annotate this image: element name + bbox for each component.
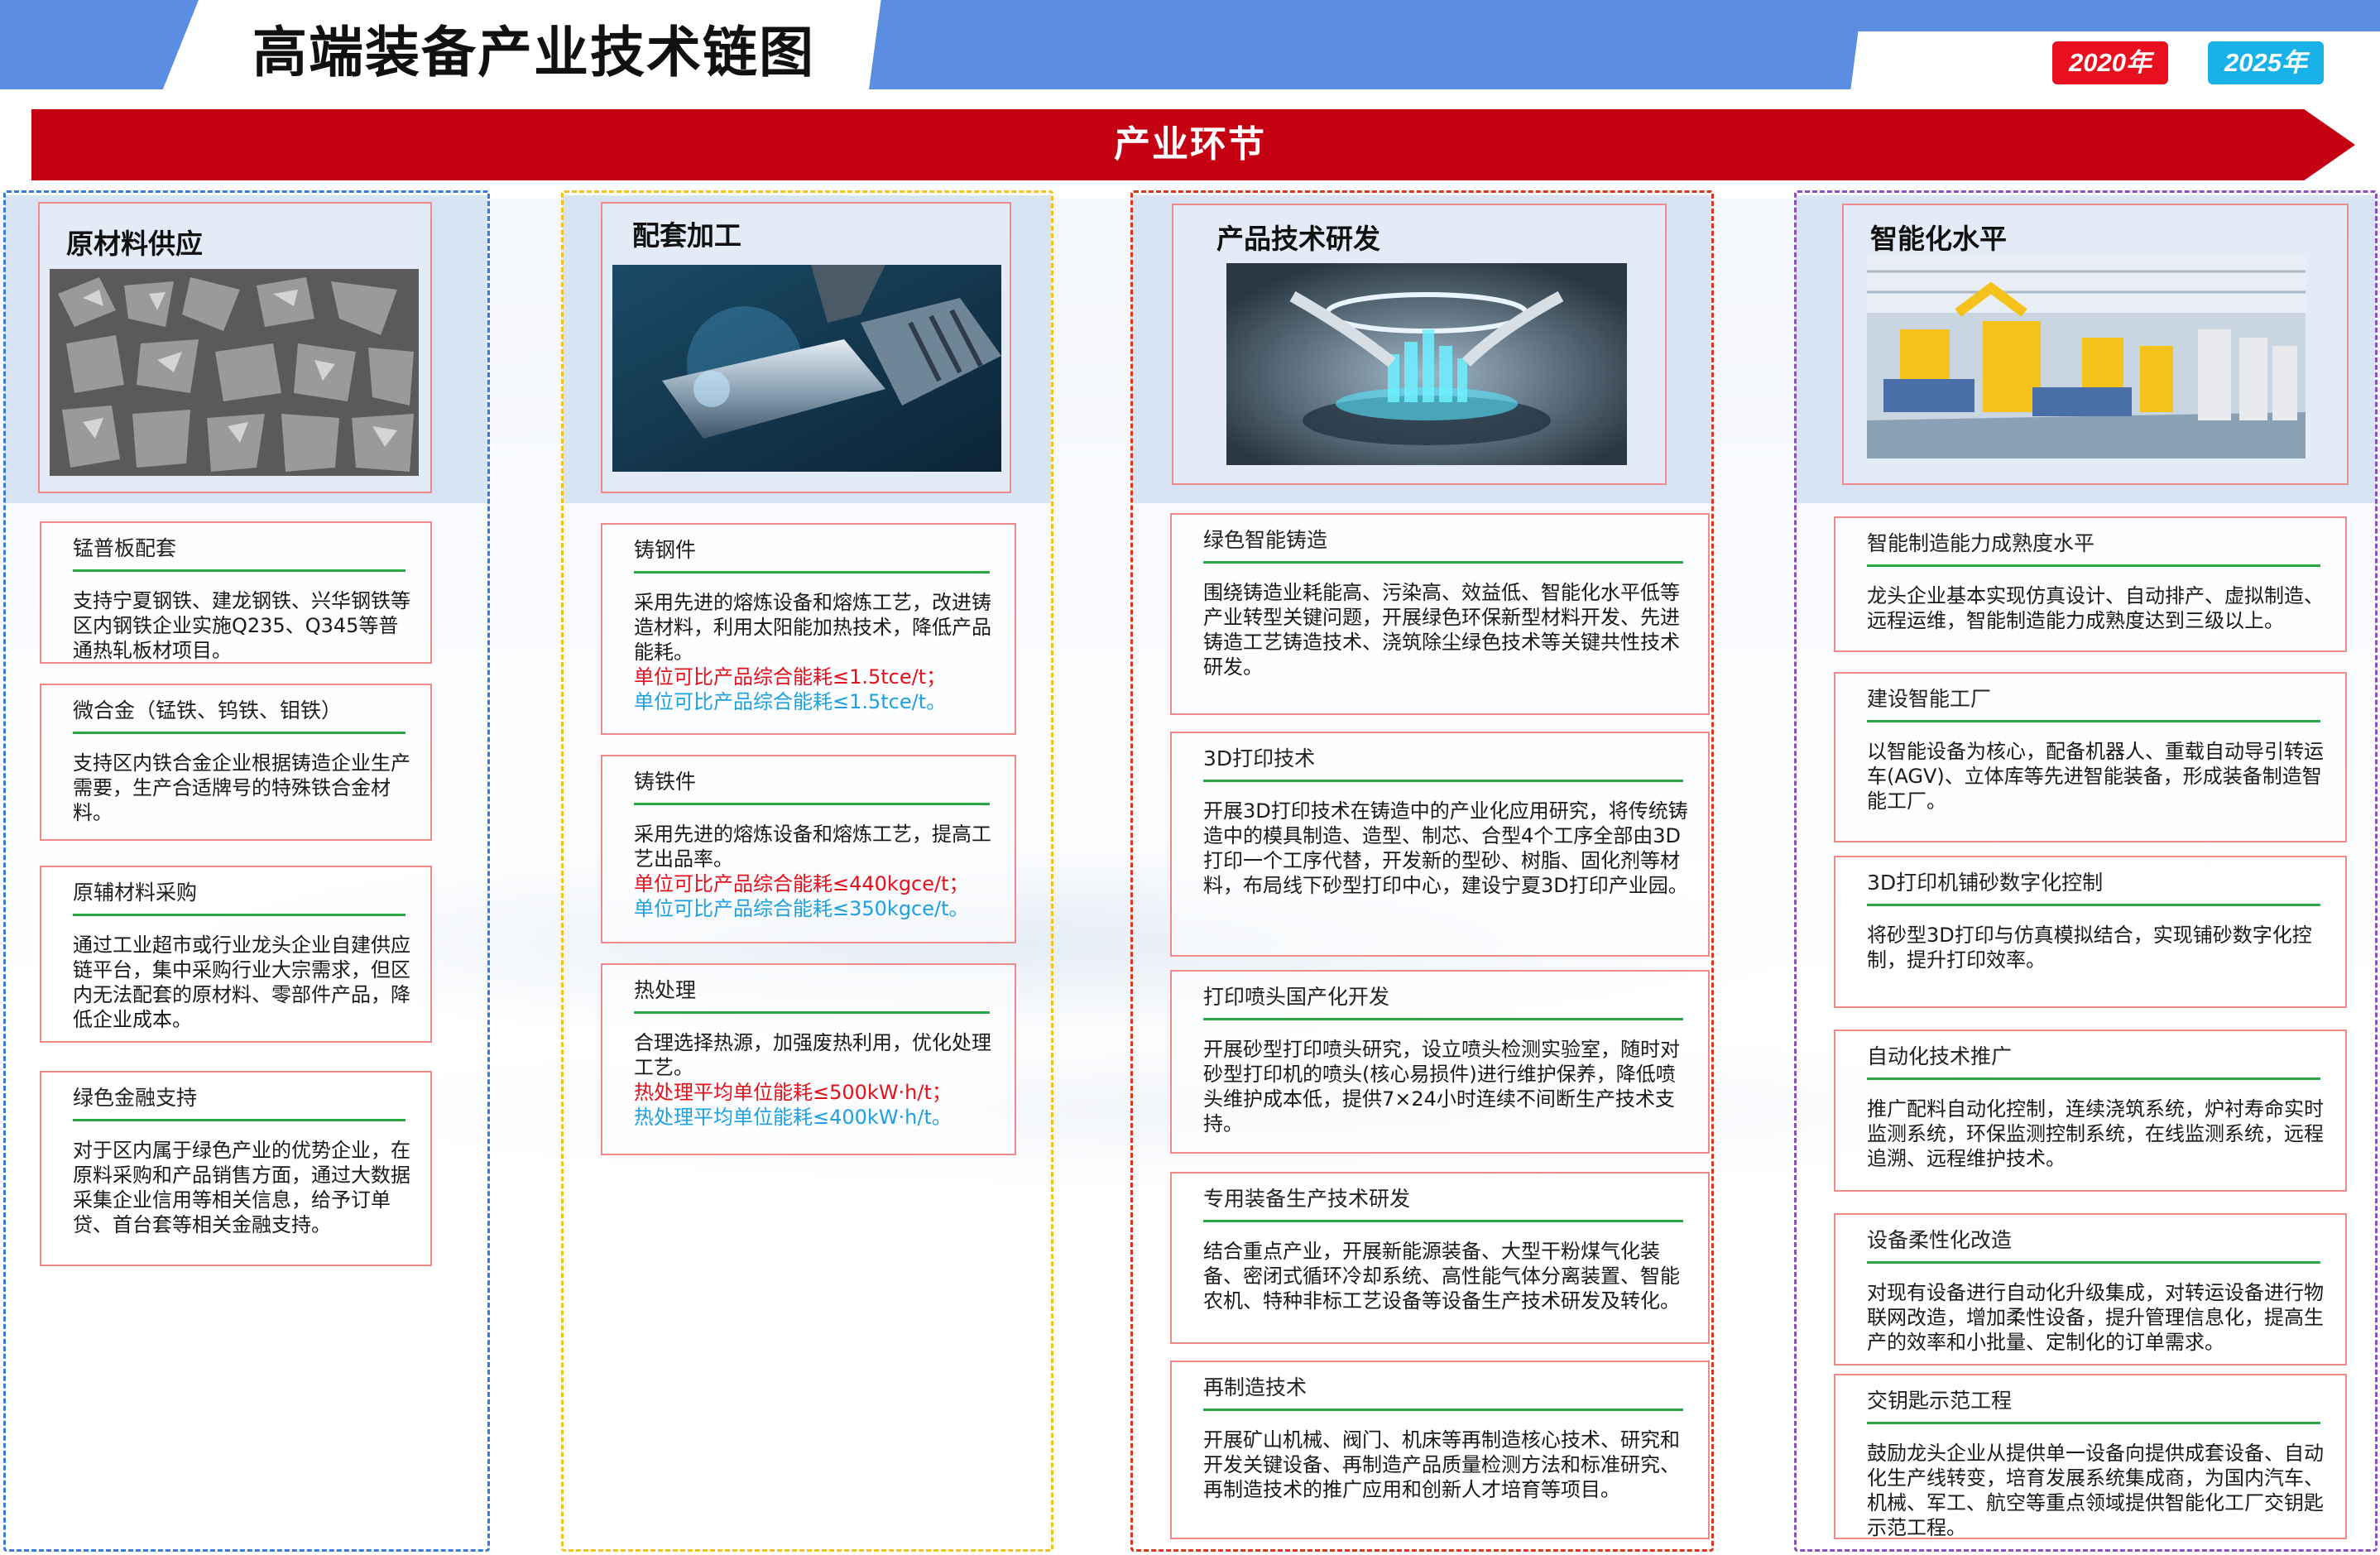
robot-factory-photo xyxy=(1867,255,2306,458)
card-title: 交钥匙示范工程 xyxy=(1867,1389,2013,1413)
card-divider xyxy=(73,569,405,572)
card-body: 围绕铸造业耗能高、污染高、效益低、智能化水平低等产业转型关键问题，开展绿色环保新… xyxy=(1203,581,1680,679)
card-divider xyxy=(1867,720,2320,722)
card-procurement: 原辅材料采购 通过工业超市或行业龙头企业自建供应链平台，集中采购行业大宗需求，但… xyxy=(40,866,432,1043)
card-green-finance: 绿色金融支持 对于区内属于绿色产业的优势企业，在原料采购和产品销售方面，通过大数… xyxy=(40,1071,432,1266)
card-body: 对现有设备进行自动化升级集成，对转运设备进行物联网改造，增加柔性设备，提升管理信… xyxy=(1867,1281,2324,1354)
card-body: 采用先进的熔炼设备和熔炼工艺，改进铸造材料，利用太阳能加热技术，降低产品能耗。 … xyxy=(634,590,998,714)
card-title: 设备柔性化改造 xyxy=(1867,1228,2013,1252)
card-title: 铸钢件 xyxy=(634,538,697,562)
card-body: 支持区内铁合金企业根据铸造企业生产需要，生产合适牌号的特殊铁合金材料。 xyxy=(73,751,410,824)
card-body: 推广配料自动化控制，连续浇筑系统，炉衬寿命实时监测系统，环保监测控制系统，在线监… xyxy=(1867,1097,2324,1170)
card-body: 合理选择热源，加强废热利用，优化处理工艺。 热处理平均单位能耗≤500kW·h/… xyxy=(634,1030,998,1130)
card-divider xyxy=(1203,780,1683,782)
card-title: 微合金（锰铁、钨铁、钼铁） xyxy=(73,698,343,722)
card-divider xyxy=(1867,1261,2320,1264)
card-divider xyxy=(1867,564,2320,567)
card-green-casting: 绿色智能铸造 围绕铸造业耗能高、污染高、效益低、智能化水平低等产业转型关键问题，… xyxy=(1170,513,1710,715)
card-body: 采用先进的熔炼设备和熔炼工艺，提高工艺出品率。 单位可比产品综合能耗≤440kg… xyxy=(634,822,998,921)
tech-lab-photo xyxy=(1226,263,1627,465)
column-title-processing: 配套加工 xyxy=(632,219,741,252)
card-turnkey: 交钥匙示范工程 鼓励龙头企业从提供单一设备向提供成套设备、自动化生产线转变，培育… xyxy=(1834,1374,2347,1539)
card-title: 锰普板配套 xyxy=(73,536,177,560)
column-title-intelligence: 智能化水平 xyxy=(1870,223,2007,255)
card-divider xyxy=(634,571,990,574)
card-microalloy: 微合金（锰铁、钨铁、钼铁） 支持区内铁合金企业根据铸造企业生产需要，生产合适牌号… xyxy=(40,684,432,841)
year-2025-badge: 2025年 xyxy=(2208,41,2324,84)
card-cast-iron: 铸铁件 采用先进的熔炼设备和熔炼工艺，提高工艺出品率。 单位可比产品综合能耗≤4… xyxy=(601,755,1016,943)
card-flexible-retrofit: 设备柔性化改造 对现有设备进行自动化升级集成，对转运设备进行物联网改造，增加柔性… xyxy=(1834,1213,2347,1365)
card-title: 3D打印机铺砂数字化控制 xyxy=(1867,871,2104,895)
card-cast-steel: 铸钢件 采用先进的熔炼设备和熔炼工艺，改进铸造材料，利用太阳能加热技术，降低产品… xyxy=(601,523,1016,735)
column-title-rnd: 产品技术研发 xyxy=(1216,223,1380,255)
target-2020: 热处理平均单位能耗≤500kW·h/t； xyxy=(634,1081,952,1104)
card-body: 开展矿山机械、阀门、机床等再制造核心技术、研究和开发关键设备、再制造产品质量检测… xyxy=(1203,1428,1680,1501)
page-title: 高端装备产业技术链图 xyxy=(252,21,815,84)
card-title: 铸铁件 xyxy=(634,770,697,794)
target-2025: 单位可比产品综合能耗≤350kgce/t。 xyxy=(634,897,969,920)
card-body: 龙头企业基本实现仿真设计、自动排产、虚拟制造、远程运维，智能制造能力成熟度达到三… xyxy=(1867,584,2324,632)
card-divider xyxy=(1203,561,1683,564)
card-divider xyxy=(1867,1422,2320,1424)
card-body: 支持宁夏钢铁、建龙钢铁、兴华钢铁等区内钢铁企业实施Q235、Q345等普通热轧板… xyxy=(73,589,410,662)
card-body: 结合重点产业，开展新能源装备、大型干粉煤气化装备、密闭式循环冷却系统、高性能气体… xyxy=(1203,1240,1680,1313)
card-heat-treatment: 热处理 合理选择热源，加强废热利用，优化处理工艺。 热处理平均单位能耗≤500k… xyxy=(601,963,1016,1155)
card-title: 绿色智能铸造 xyxy=(1203,528,1328,552)
card-title: 3D打印技术 xyxy=(1203,746,1316,770)
target-2020: 单位可比产品综合能耗≤1.5tce/t； xyxy=(634,665,947,689)
card-divider xyxy=(1203,1018,1683,1020)
card-divider xyxy=(1867,904,2320,906)
cnc-machining-photo xyxy=(612,265,1001,472)
target-2025: 热处理平均单位能耗≤400kW·h/t。 xyxy=(634,1106,952,1129)
card-body: 开展砂型打印喷头研究，设立喷头检测实验室，随时对砂型打印机的喷头(核心易损件)进… xyxy=(1203,1038,1680,1135)
card-divider xyxy=(1867,1077,2320,1080)
card-smart-factory: 建设智能工厂 以智能设备为核心，配备机器人、重载自动导引转运车(AGV)、立体库… xyxy=(1834,672,2347,842)
banner-label: 产业环节 xyxy=(1114,123,1266,166)
header-left-band xyxy=(0,0,199,89)
card-body: 开展3D打印技术在铸造中的产业化应用研究，将传统铸造中的模具制造、造型、制芯、合… xyxy=(1203,799,1688,897)
card-body: 对于区内属于绿色产业的优势企业，在原料采购和产品销售方面，通过大数据采集企业信用… xyxy=(73,1139,410,1236)
card-maturity-level: 智能制造能力成熟度水平 龙头企业基本实现仿真设计、自动排产、虚拟制造、远程运维，… xyxy=(1834,516,2347,652)
target-2025: 单位可比产品综合能耗≤1.5tce/t。 xyxy=(634,690,947,713)
card-special-equipment: 专用装备生产技术研发 结合重点产业，开展新能源装备、大型干粉煤气化装备、密闭式循… xyxy=(1170,1172,1710,1344)
year-2020-badge: 2020年 xyxy=(2052,41,2168,84)
card-mn-plate: 锰普板配套 支持宁夏钢铁、建龙钢铁、兴华钢铁等区内钢铁企业实施Q235、Q345… xyxy=(40,521,432,664)
card-title: 原辅材料采购 xyxy=(73,881,198,905)
card-body-text: 采用先进的熔炼设备和熔炼工艺，改进铸造材料，利用太阳能加热技术，降低产品能耗。 xyxy=(634,591,991,664)
card-title: 绿色金融支持 xyxy=(73,1086,198,1110)
card-divider xyxy=(634,1011,990,1014)
card-body-text: 采用先进的熔炼设备和熔炼工艺，提高工艺出品率。 xyxy=(634,823,991,871)
card-title: 专用装备生产技术研发 xyxy=(1203,1187,1411,1211)
metal-ore-photo xyxy=(50,269,419,476)
card-divider xyxy=(634,803,990,805)
card-title: 再制造技术 xyxy=(1203,1375,1308,1399)
card-body: 通过工业超市或行业龙头企业自建供应链平台，集中采购行业大宗需求，但区内无法配套的… xyxy=(73,933,410,1031)
card-title: 热处理 xyxy=(634,978,697,1002)
card-sand-control: 3D打印机铺砂数字化控制 将砂型3D打印与仿真模拟结合，实现铺砂数字化控制，提升… xyxy=(1834,856,2347,1008)
card-title: 自动化技术推广 xyxy=(1867,1044,2013,1068)
card-remanufacturing: 再制造技术 开展矿山机械、阀门、机床等再制造核心技术、研究和开发关键设备、再制造… xyxy=(1170,1361,1710,1539)
card-body: 鼓励龙头企业从提供单一设备向提供成套设备、自动化生产线转变，培育发展系统集成商，… xyxy=(1867,1442,2324,1539)
card-automation: 自动化技术推广 推广配料自动化控制，连续浇筑系统，炉衬寿命实时监测系统，环保监测… xyxy=(1834,1029,2347,1192)
card-body: 以智能设备为核心，配备机器人、重载自动导引转运车(AGV)、立体库等先进智能装备… xyxy=(1867,740,2324,813)
card-divider xyxy=(73,914,405,916)
card-title: 智能制造能力成熟度水平 xyxy=(1867,531,2095,555)
card-body-text: 合理选择热源，加强废热利用，优化处理工艺。 xyxy=(634,1031,991,1079)
card-title: 打印喷头国产化开发 xyxy=(1203,985,1390,1009)
card-divider xyxy=(73,732,405,734)
card-title: 建设智能工厂 xyxy=(1867,687,1992,711)
card-divider xyxy=(1203,1409,1683,1411)
card-nozzle-dev: 打印喷头国产化开发 开展砂型打印喷头研究，设立喷头检测实验室，随时对砂型打印机的… xyxy=(1170,970,1710,1154)
card-divider xyxy=(1203,1220,1683,1222)
column-title-raw-materials: 原材料供应 xyxy=(66,228,203,260)
target-2020: 单位可比产品综合能耗≤440kgce/t； xyxy=(634,872,969,895)
card-body: 将砂型3D打印与仿真模拟结合，实现铺砂数字化控制，提升打印效率。 xyxy=(1867,924,2312,972)
card-divider xyxy=(73,1119,405,1121)
card-3d-printing: 3D打印技术 开展3D打印技术在铸造中的产业化应用研究，将传统铸造中的模具制造、… xyxy=(1170,732,1710,957)
